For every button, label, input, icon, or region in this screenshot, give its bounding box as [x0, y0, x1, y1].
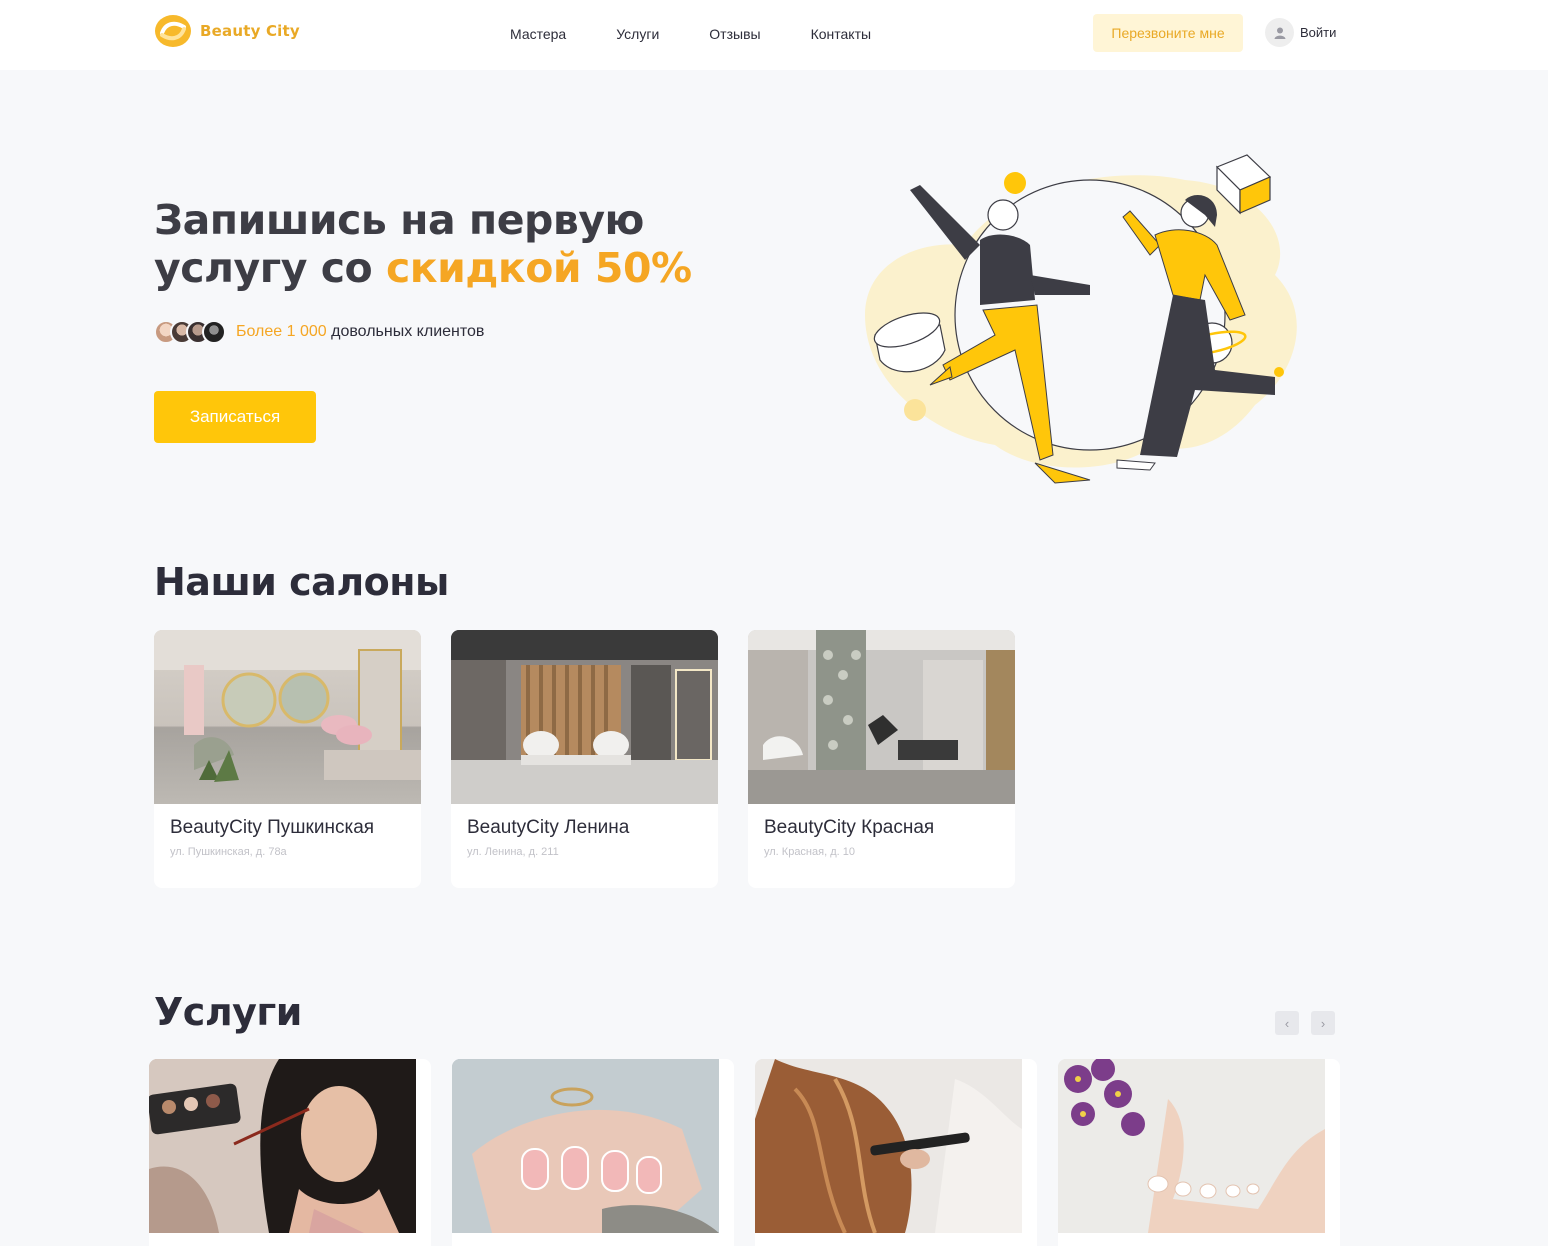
- salon-card[interactable]: BeautyCity Пушкинская ул. Пушкинская, д.…: [154, 630, 421, 888]
- service-card[interactable]: [149, 1059, 431, 1246]
- salon-address: ул. Красная, д. 10: [764, 846, 855, 858]
- client-avatar: [202, 320, 226, 344]
- slider-next-button[interactable]: ›: [1311, 1011, 1335, 1035]
- salon-name: BeautyCity Пушкинская: [170, 817, 375, 838]
- salon-photo: [154, 630, 421, 804]
- clients-counter: Более 1 000 довольных клиентов: [154, 320, 484, 344]
- services-title: Услуги: [154, 990, 302, 1034]
- service-photo-pedicure: [1058, 1059, 1325, 1233]
- client-avatars: [154, 320, 226, 344]
- nav-item-masters[interactable]: Мастера: [510, 26, 566, 42]
- salon-name: BeautyCity Красная: [764, 817, 935, 838]
- chevron-left-icon: ‹: [1284, 1015, 1290, 1031]
- callback-button[interactable]: Перезвоните мне: [1093, 14, 1243, 52]
- salons-title: Наши салоны: [154, 560, 449, 604]
- service-photo-hair-styling: [755, 1059, 1022, 1233]
- clients-text: Более 1 000 довольных клиентов: [236, 323, 484, 341]
- nav-item-services[interactable]: Услуги: [616, 26, 659, 42]
- pale-dot: [904, 399, 926, 421]
- service-card[interactable]: [1058, 1059, 1340, 1246]
- site-header: Beauty City Мастера Услуги Отзывы Контак…: [0, 0, 1548, 70]
- logo[interactable]: Beauty City: [154, 14, 300, 48]
- salon-card[interactable]: BeautyCity Красная ул. Красная, д. 10: [748, 630, 1015, 888]
- salon-address: ул. Пушкинская, д. 78а: [170, 846, 287, 858]
- logo-text: Beauty City: [200, 22, 300, 40]
- hero-illustration: [865, 154, 1297, 484]
- user-icon: [1265, 18, 1294, 47]
- nav-item-contacts[interactable]: Контакты: [811, 26, 871, 42]
- service-photo-manicure: [452, 1059, 719, 1233]
- main-nav: Мастера Услуги Отзывы Контакты: [510, 26, 921, 42]
- service-card[interactable]: [452, 1059, 734, 1246]
- slider-prev-button[interactable]: ‹: [1275, 1011, 1299, 1035]
- salon-name: BeautyCity Ленина: [467, 817, 630, 838]
- book-button[interactable]: Записаться: [154, 391, 316, 443]
- logo-icon: [155, 15, 191, 47]
- clients-label: довольных клиентов: [326, 323, 485, 340]
- service-card[interactable]: [755, 1059, 1037, 1246]
- clients-count: Более 1 000: [236, 323, 327, 340]
- salon-photo: [748, 630, 1015, 804]
- salon-photo: [451, 630, 718, 804]
- login-button[interactable]: Войти: [1265, 18, 1336, 47]
- login-label: Войти: [1300, 25, 1337, 40]
- salon-card[interactable]: BeautyCity Ленина ул. Ленина, д. 211: [451, 630, 718, 888]
- hero-title: Запишись на первую услугу со скидкой 50%: [154, 196, 714, 292]
- hero-title-accent: скидкой 50%: [385, 244, 692, 292]
- chevron-right-icon: ›: [1320, 1015, 1326, 1031]
- small-dot: [1274, 367, 1284, 377]
- salon-address: ул. Ленина, д. 211: [467, 846, 559, 858]
- yellow-dot: [1004, 172, 1026, 194]
- service-photo-makeup: [149, 1059, 416, 1233]
- nav-item-reviews[interactable]: Отзывы: [709, 26, 760, 42]
